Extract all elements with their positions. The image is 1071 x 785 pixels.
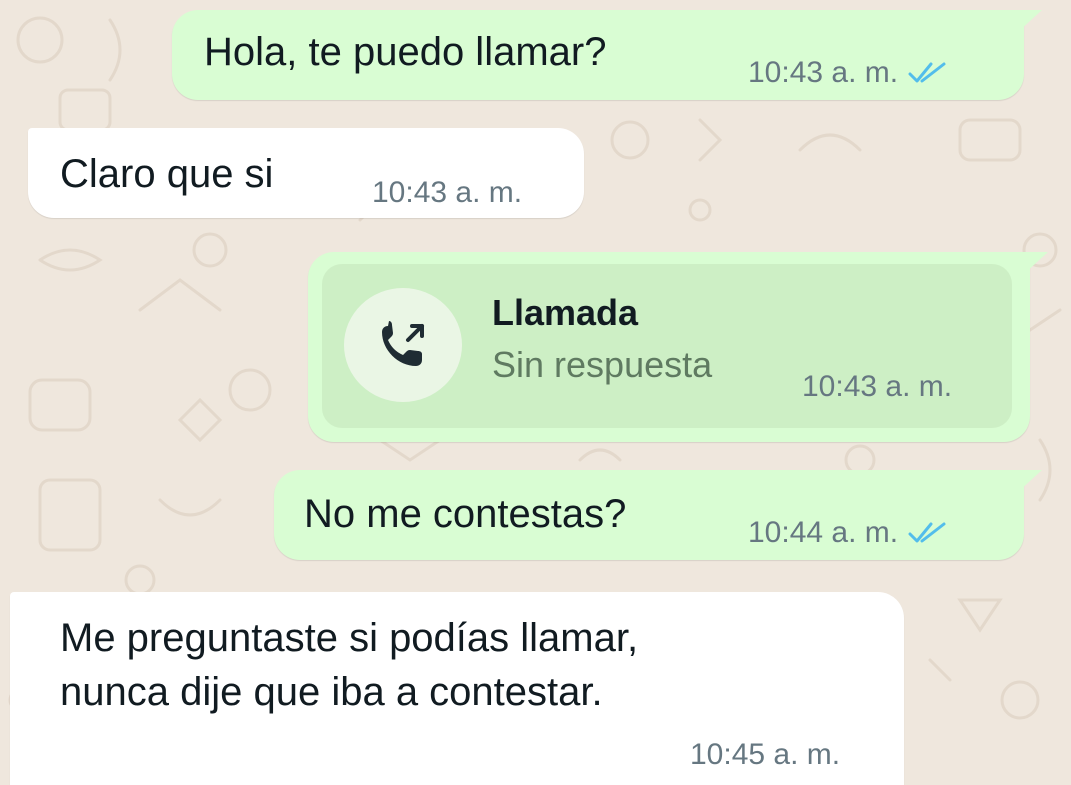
bubble-tail <box>1024 252 1048 274</box>
message-time: 10:43 a. m. <box>748 56 899 89</box>
message-time: 10:43 a. m. <box>802 370 953 403</box>
call-icon-circle <box>344 288 462 402</box>
bubble-tail <box>1018 470 1042 492</box>
message-time: 10:45 a. m. <box>690 738 841 771</box>
message-text-line: Me preguntaste si podías llamar, <box>60 616 639 660</box>
call-card[interactable]: Llamada Sin respuesta 10:43 a. m. <box>322 264 1012 428</box>
message-text-line: nunca dije que iba a contestar. <box>60 670 603 714</box>
message-text: Hola, te puedo llamar? <box>204 30 607 74</box>
message-text: Claro que si <box>60 152 274 196</box>
bubble-tail <box>1018 10 1042 32</box>
outgoing-call-phone-icon <box>382 321 424 366</box>
message-meta: 10:44 a. m. <box>748 516 948 550</box>
message-meta: 10:43 a. m. <box>802 370 952 404</box>
call-status: Sin respuesta <box>492 344 713 385</box>
message-time: 10:44 a. m. <box>748 516 899 549</box>
message-meta: 10:43 a. m. <box>372 176 522 210</box>
message-time: 10:43 a. m. <box>372 176 523 209</box>
double-check-read-icon <box>908 522 946 543</box>
message-text: No me contestas? <box>304 492 627 536</box>
message-meta: 10:43 a. m. <box>748 56 948 90</box>
call-title: Llamada <box>492 292 639 333</box>
double-check-read-icon <box>908 62 946 83</box>
message-meta: 10:45 a. m. <box>690 738 840 772</box>
